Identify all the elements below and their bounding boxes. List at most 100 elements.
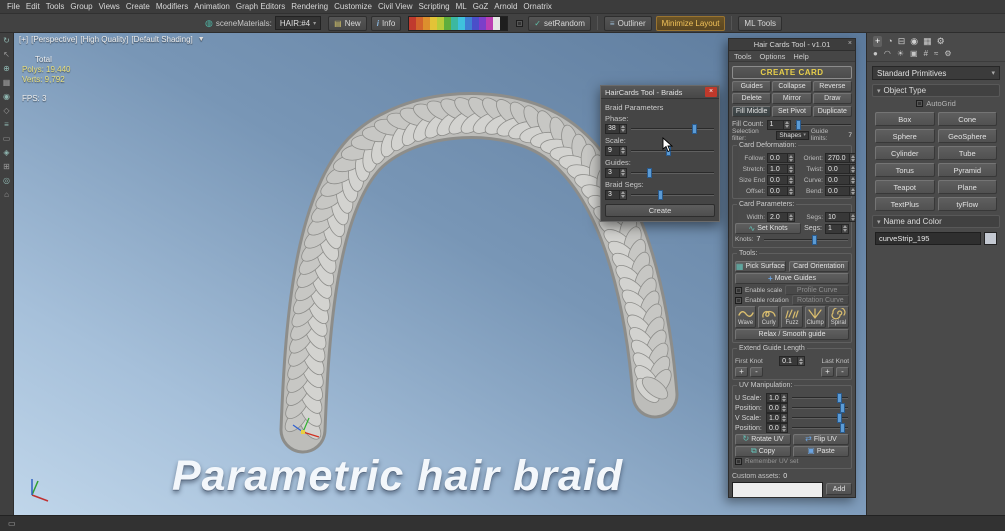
slider-thumb[interactable] [811,234,817,245]
teapot-button[interactable]: Teapot [875,180,935,194]
menu-item-ornatrix[interactable]: Ornatrix [520,2,554,11]
palette-swatch[interactable] [479,16,487,30]
spinner-arrows-icon[interactable] [782,120,790,129]
v-scale-spinner[interactable]: 1.0 [766,413,788,423]
menu-item-tools[interactable]: Tools [43,2,68,11]
perspective-viewport[interactable]: [+] [Perspective] [High Quality] [Defaul… [14,33,866,515]
segs2-spinner[interactable]: 1 [825,223,849,234]
palette-swatch[interactable] [416,16,424,30]
palette-swatch[interactable] [458,16,466,30]
palette-swatch[interactable] [423,16,431,30]
palette-swatch[interactable] [500,16,508,30]
palette-swatch[interactable] [451,16,459,30]
filter-icon[interactable]: ▼ [198,36,205,43]
clump-brush-button[interactable]: Clump [804,306,826,328]
last-knot-plus-button[interactable]: + [821,366,834,377]
guides-button[interactable]: Guides [732,81,772,92]
slider-thumb[interactable] [837,413,843,423]
geometry-icon[interactable]: ● [873,49,878,58]
pyramid-button[interactable]: Pyramid [937,163,997,177]
spinner-arrows-icon[interactable] [849,176,855,184]
set-knots-button[interactable]: ∿ Set Knots [735,223,802,234]
flip-uv-button[interactable]: ⇄ Flip UV [793,433,849,445]
lights-icon[interactable]: ☀ [897,49,904,58]
close-icon[interactable]: × [848,40,852,47]
mini-listener-icon[interactable]: ▭ [8,519,16,528]
set-random-button[interactable]: ✓ setRandom [528,15,591,31]
plane-button[interactable]: Plane [937,180,997,194]
modify-tab-icon[interactable]: ◔ [887,36,892,47]
set-pivot-button[interactable]: Set Pivot [772,106,812,117]
spinner-arrows-icon[interactable] [619,124,626,133]
tyflow-button[interactable]: tyFlow [937,197,997,211]
rotate-uv-button[interactable]: ↻ Rotate UV [735,433,791,445]
menu-item-civil-view[interactable]: Civil View [375,2,416,11]
object-name-field[interactable] [875,232,981,245]
window-icon[interactable]: ⊞ [3,163,10,171]
shapes-icon[interactable]: ◠ [884,49,891,58]
object-type-rollout[interactable]: ▾ Object Type [872,84,1000,97]
sphere-button[interactable]: Sphere [875,129,935,143]
braid-segs-spinner[interactable]: 3 [605,189,627,200]
spinner-arrows-icon[interactable] [787,154,794,162]
spinner-arrows-icon[interactable] [787,165,794,173]
palette-swatch[interactable] [437,16,445,30]
menu-item-animation[interactable]: Animation [191,2,233,11]
menu-item-graph-editors[interactable]: Graph Editors [233,2,288,11]
segs-spinner[interactable]: 10 [825,212,855,222]
panel-titlebar[interactable]: Hair Cards Tool - v1.01 × [729,39,855,51]
relax-smooth-button[interactable]: Relax / Smooth guide [735,329,849,340]
spinner-arrows-icon[interactable] [787,187,794,195]
utilities-tab-icon[interactable]: ⚙ [937,36,945,47]
last-knot-minus-button[interactable]: - [836,366,849,377]
viewport-menu-perspective[interactable]: [Perspective] [31,35,77,44]
menu-item-modifiers[interactable]: Modifiers [153,2,191,11]
v-position-slider[interactable] [791,423,849,433]
slider-thumb[interactable] [691,123,697,134]
circle-icon[interactable]: ◎ [3,177,10,185]
pivot-icon[interactable]: ⊕ [3,65,10,73]
palette-swatch[interactable] [486,16,494,30]
minimize-layout-button[interactable]: Minimize Layout [655,15,726,31]
rotation-curve-button[interactable]: Rotation Curve [791,295,849,305]
spinner-arrows-icon[interactable] [780,394,787,402]
new-material-button[interactable]: ▤ New [328,15,367,31]
v-position-spinner[interactable]: 0.0 [766,423,788,433]
spinner-arrows-icon[interactable] [619,190,626,199]
box-button[interactable]: Box [875,112,935,126]
copy-uv-button[interactable]: ⧉ Copy [735,445,791,457]
add-asset-button[interactable]: Add [826,483,852,495]
spinner-arrows-icon[interactable] [841,224,848,233]
slider-thumb[interactable] [837,393,843,403]
haircards-braids-dialog[interactable]: HairCards Tool - Braids × Braid Paramete… [600,85,720,222]
selection-filter-dropdown[interactable]: Shapes ▾ [776,130,809,140]
spiral-brush-button[interactable]: Spiral [827,306,849,328]
autogrid-checkbox[interactable] [916,100,924,107]
extend-value-spinner[interactable]: 0.1 [779,356,806,366]
spinner-arrows-icon[interactable] [619,146,626,155]
enable-rotation-checkbox[interactable] [735,296,742,304]
offset-spinner[interactable]: 0.0 [767,186,795,196]
width-spinner[interactable]: 2.0 [767,212,795,222]
tube-button[interactable]: Tube [937,146,997,160]
delete-button[interactable]: Delete [732,93,772,104]
viewport-menu-quality[interactable]: [High Quality] [80,35,128,44]
fill-count-slider[interactable] [794,119,852,130]
remember-uv-checkbox[interactable] [735,458,742,465]
rectangle-icon[interactable]: ▭ [3,135,11,143]
first-knot-minus-button[interactable]: - [750,366,763,377]
palette-swatch[interactable] [465,16,473,30]
spinner-arrows-icon[interactable] [619,168,626,177]
menu-item-file[interactable]: File [4,2,23,11]
scale-spinner[interactable]: 9 [605,145,627,156]
reverse-button[interactable]: Reverse [812,81,852,92]
outliner-button[interactable]: ≡ Outliner [603,15,652,31]
spinner-arrows-icon[interactable] [780,414,787,422]
u-position-spinner[interactable]: 0.0 [766,403,788,413]
select-arrow-icon[interactable]: ↖ [3,51,10,59]
palette-swatch[interactable] [444,16,452,30]
close-icon[interactable]: × [705,87,717,97]
gem-icon[interactable]: ◈ [3,149,9,157]
assets-listbox[interactable] [732,482,823,497]
menu-item-ml[interactable]: ML [453,2,470,11]
